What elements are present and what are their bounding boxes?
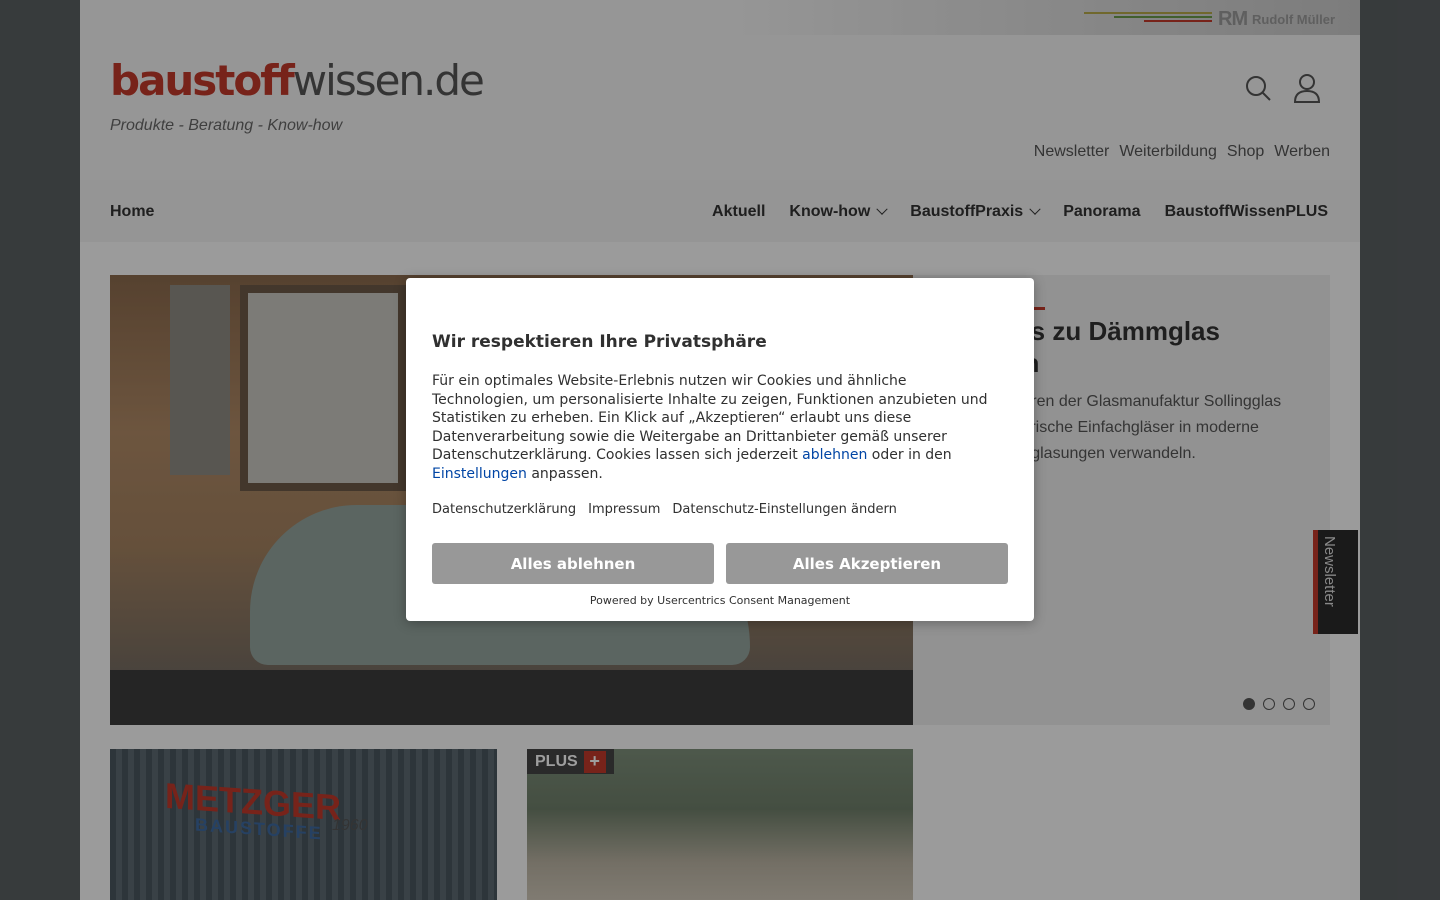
deny-all-button[interactable]: Alles ablehnen — [432, 543, 714, 584]
consent-link-imprint[interactable]: Impressum — [588, 502, 660, 517]
consent-links: Datenschutzerklärung Impressum Datenschu… — [432, 502, 897, 517]
consent-message-part3: anpassen. — [526, 465, 603, 482]
consent-dialog: Wir respektieren Ihre Privatsphäre Für e… — [406, 278, 1034, 621]
accept-all-button[interactable]: Alles Akzeptieren — [726, 543, 1008, 584]
consent-settings-link[interactable]: Einstellungen — [432, 466, 527, 482]
consent-message-part2: oder in den — [867, 447, 952, 463]
consent-link-privacy-policy[interactable]: Datenschutzerklärung — [432, 502, 576, 517]
consent-powered-by[interactable]: Powered by Usercentrics Consent Manageme… — [406, 594, 1034, 607]
consent-link-change-settings[interactable]: Datenschutz-Einstellungen ändern — [672, 502, 896, 517]
consent-deny-link[interactable]: ablehnen — [802, 447, 867, 463]
consent-title: Wir respektieren Ihre Privatsphäre — [432, 332, 767, 352]
consent-message: Für ein optimales Website-Erlebnis nutze… — [432, 372, 1002, 483]
